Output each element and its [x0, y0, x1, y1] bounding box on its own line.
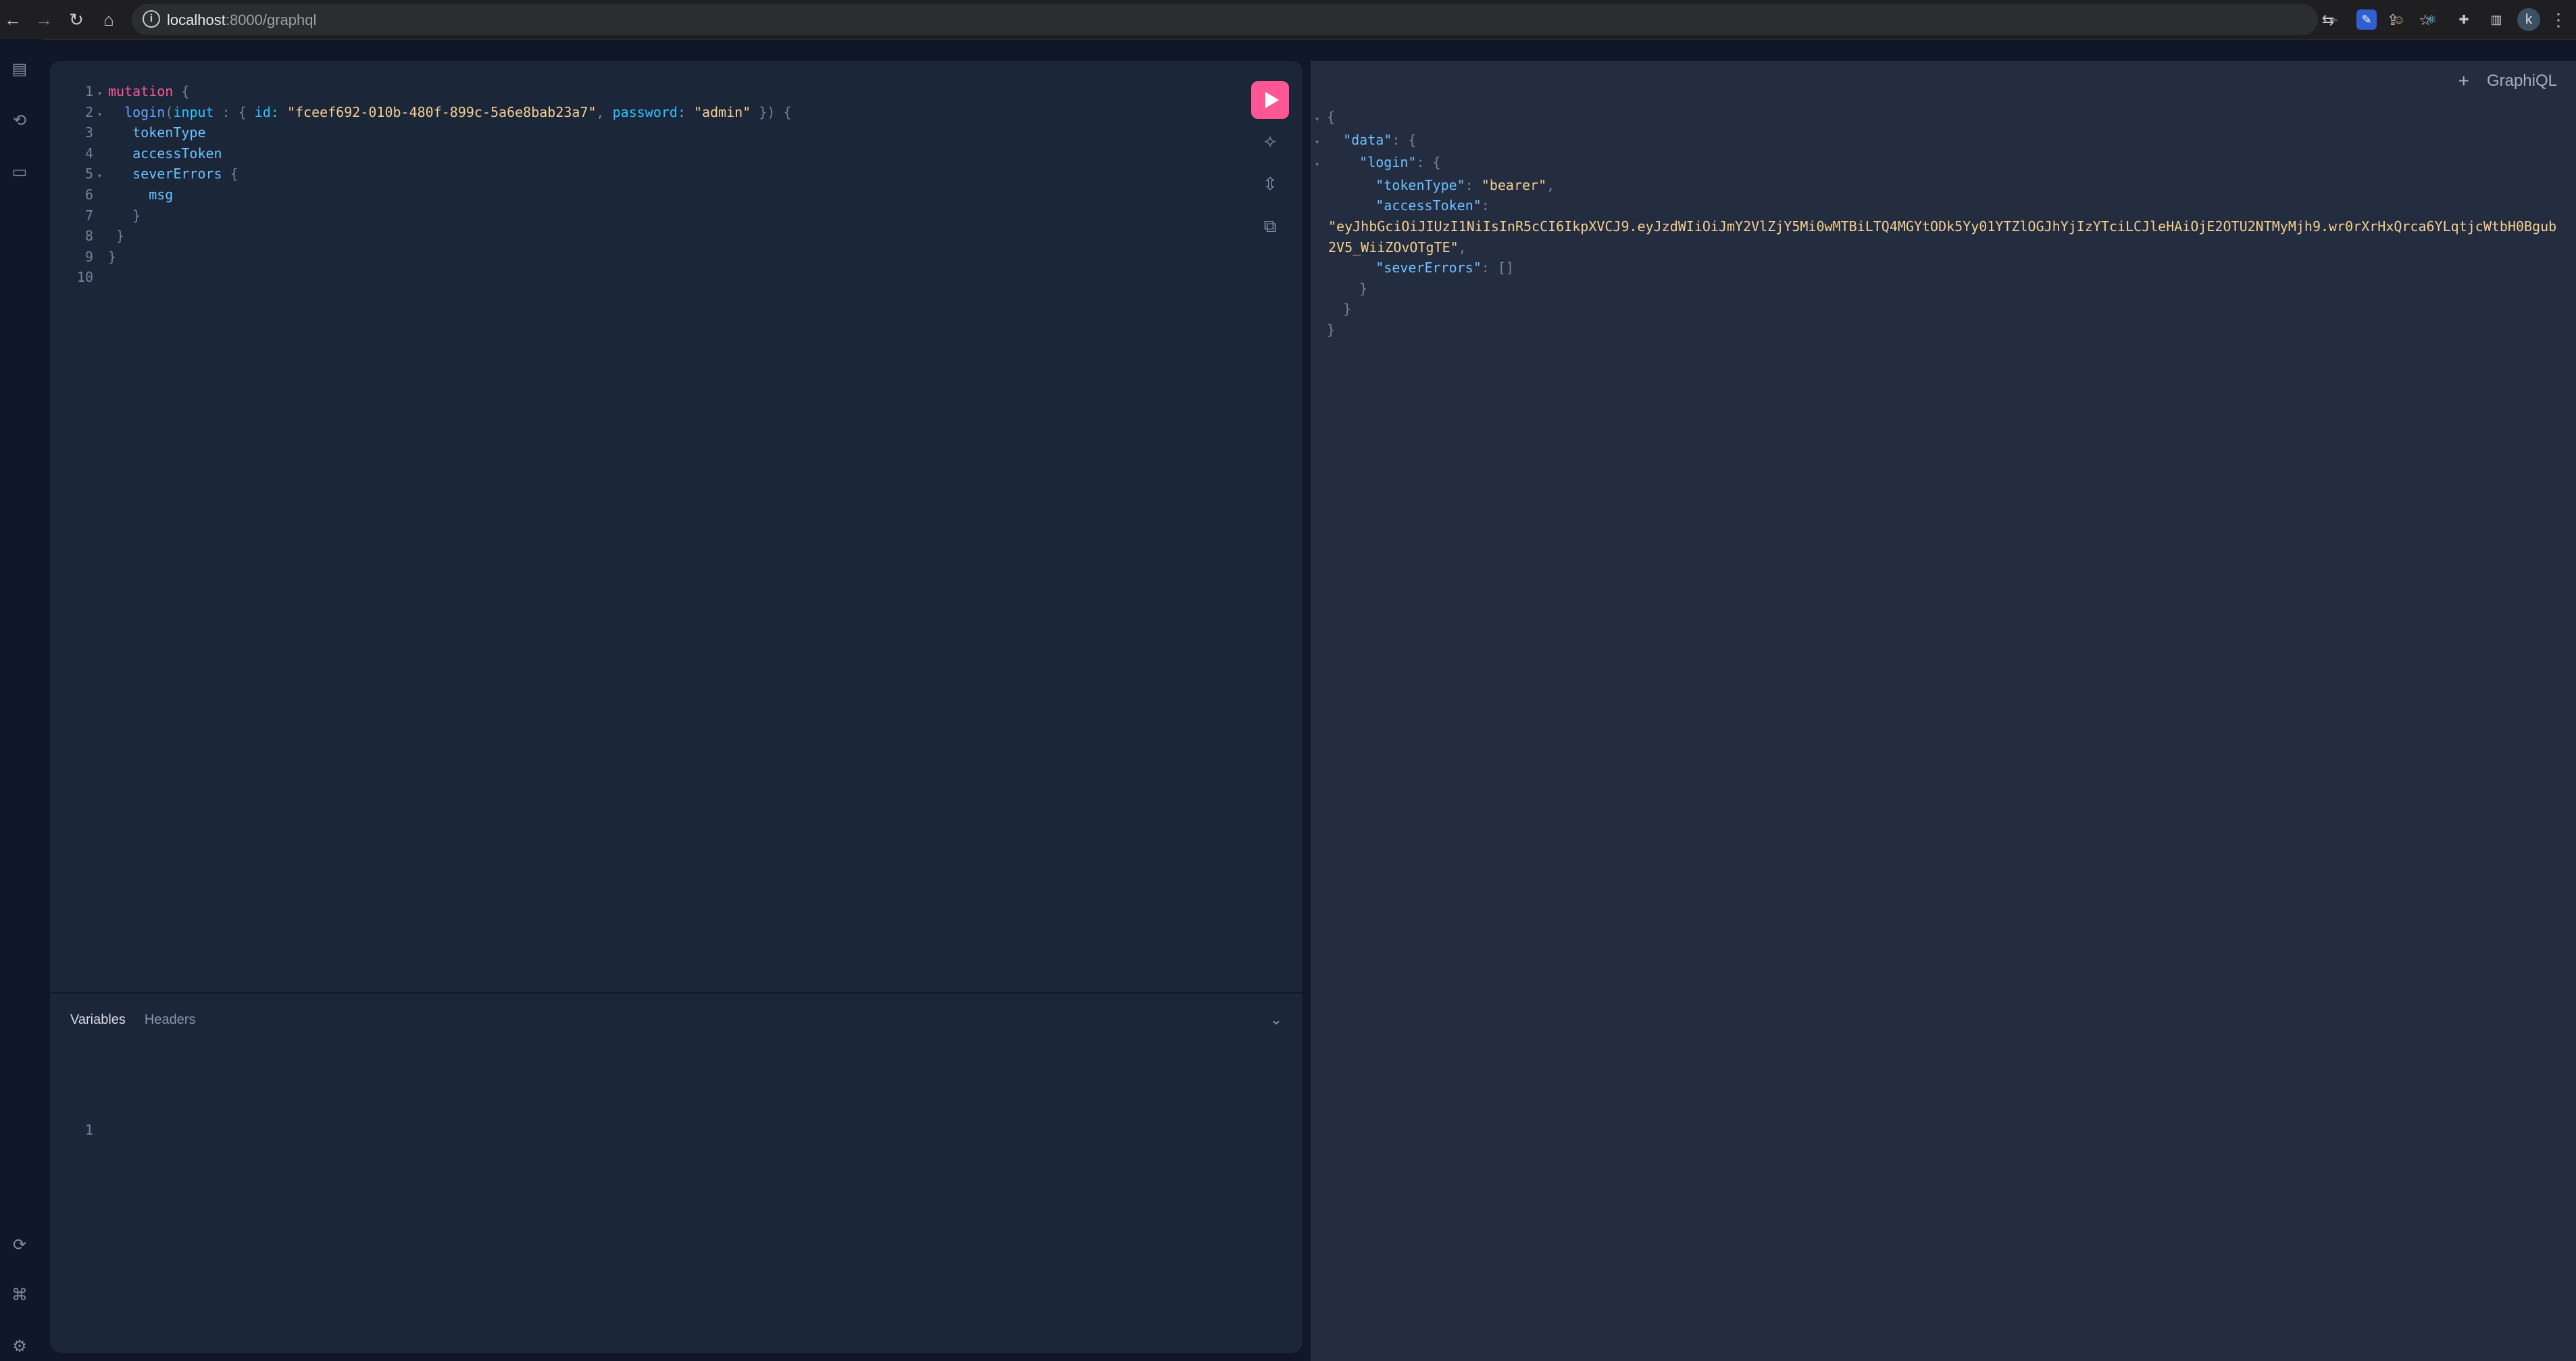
back-icon[interactable]: ←	[0, 7, 26, 32]
result-line: ▾ "data": {	[1315, 131, 1417, 148]
reload-icon[interactable]: ↻	[64, 7, 89, 32]
settings-gear-icon[interactable]: ⚙	[8, 1335, 31, 1358]
code-line: 7 }	[84, 207, 141, 224]
site-info-icon[interactable]: i	[143, 10, 160, 28]
variables-tabs: Variables Headers	[70, 1007, 196, 1034]
browser-toolbar: ← → ↻ ⌂ i localhost:8000/graphql ⇆ ⌕ ⇪ ☆…	[0, 0, 2576, 40]
docs-icon[interactable]: ▤	[8, 58, 31, 81]
merge-fragments-icon[interactable]: ⇳	[1255, 169, 1285, 199]
execute-query-button[interactable]	[1251, 81, 1289, 119]
code-line: 9}	[84, 248, 117, 265]
extension-blue-icon[interactable]: ✎	[2356, 9, 2377, 30]
address-bar[interactable]: i localhost:8000/graphql ⇆ ⌕ ⇪ ☆	[132, 4, 2432, 35]
profile-avatar[interactable]: k	[2517, 8, 2540, 31]
result-line: "tokenType": "bearer",	[1375, 176, 1555, 193]
code-line: 8 }	[84, 228, 125, 245]
extensions-puzzle-icon[interactable]: ✚	[2454, 9, 2474, 30]
copy-query-icon[interactable]: ⧉	[1255, 211, 1285, 241]
result-line: }	[1343, 301, 1352, 318]
graphiql-logo: GraphiQL	[2486, 72, 2557, 90]
extension-face-icon[interactable]: ☺	[2389, 9, 2409, 30]
result-line: }	[1359, 280, 1368, 297]
editor-divider[interactable]	[50, 992, 1303, 993]
result-pane: + GraphiQL ▾{ ▾ "data": { ▾ "login": { "…	[1311, 61, 2576, 1361]
result-line: }	[1327, 321, 1336, 338]
result-line: ▾{	[1315, 109, 1336, 125]
code-line: 1 ▾ mutation {	[84, 83, 190, 99]
result-line: ▾ "login": {	[1315, 154, 1441, 171]
refetch-schema-icon[interactable]: ⟳	[8, 1234, 31, 1257]
tab-headers[interactable]: Headers	[145, 1007, 196, 1034]
graphiql-sidebar: ▤ ⟲ ▭ ⟳ ⌘ ⚙	[0, 39, 42, 1361]
query-code[interactable]: 1 ▾ mutation { 2 ▾ login(input : { id: "fce…	[66, 81, 792, 288]
side-panel-icon[interactable]: ▥	[2486, 9, 2506, 30]
add-tab-icon[interactable]: +	[2458, 70, 2469, 92]
extension-icon[interactable]: ⌁	[2324, 9, 2344, 30]
code-line: 10	[76, 269, 93, 286]
variables-editor[interactable]: 1	[66, 1122, 97, 1138]
tab-bar: + GraphiQL	[2458, 70, 2557, 92]
query-editor[interactable]: 1 ▾ mutation { 2 ▾ login(input : { id: "fce…	[50, 61, 1303, 992]
shortcuts-icon[interactable]: ⌘	[8, 1284, 31, 1307]
play-icon	[1265, 92, 1279, 108]
code-line: 3 tokenType	[84, 124, 206, 141]
code-line: 2 ▾ login(input : { id: "fceef692-010b-48…	[84, 103, 792, 120]
menu-icon[interactable]: ⋮	[2546, 7, 2571, 32]
url-text[interactable]: localhost:8000/graphql	[167, 11, 316, 29]
react-devtools-icon[interactable]: ⚛	[2421, 9, 2442, 30]
chevron-down-icon[interactable]: ⌄	[1266, 1010, 1286, 1030]
code-line: 6 msg	[84, 186, 174, 203]
result-line: "eyJhbGciOiJIUzI1NiIsInR5cCI6IkpXVCJ9.ey…	[1328, 218, 2557, 255]
forward-icon[interactable]: →	[31, 7, 57, 32]
tab-variables[interactable]: Variables	[70, 1007, 126, 1034]
code-line: 4 accessToken	[84, 145, 222, 162]
explorer-folder-icon[interactable]: ▭	[8, 161, 31, 184]
result-json[interactable]: ▾{ ▾ "data": { ▾ "login": { "tokenType":…	[1315, 107, 2565, 341]
home-icon[interactable]: ⌂	[96, 7, 122, 32]
prettify-icon[interactable]: ✧	[1255, 127, 1285, 157]
editor-pane: 1 ▾ mutation { 2 ▾ login(input : { id: "fce…	[50, 61, 1303, 1353]
history-icon[interactable]: ⟲	[8, 109, 31, 132]
code-line: 5 ▾ severErrors {	[84, 166, 238, 182]
result-line: "accessToken":	[1375, 197, 1490, 214]
result-line: "severErrors": []	[1375, 259, 1514, 276]
